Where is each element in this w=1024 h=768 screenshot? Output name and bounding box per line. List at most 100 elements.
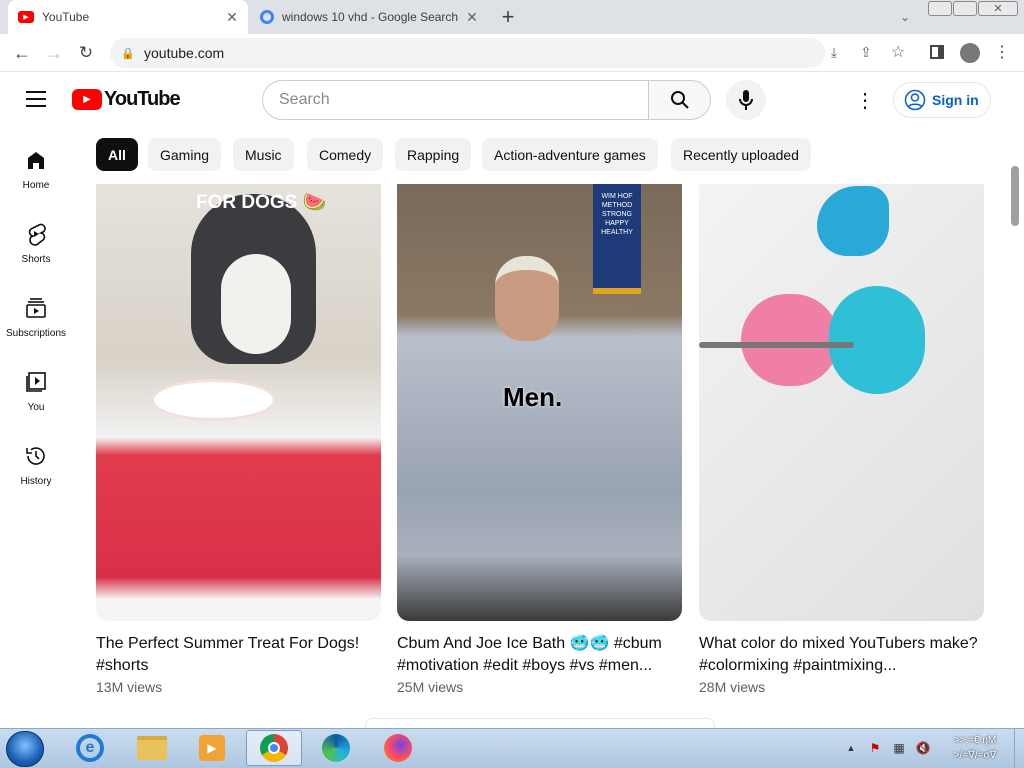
tab-search-icon[interactable]: ⌄ (896, 8, 914, 26)
video-thumbnail[interactable]: FOR DOGS 🍉 (96, 184, 381, 621)
install-app-icon[interactable]: ⤓ (824, 42, 844, 62)
video-title[interactable]: What color do mixed YouTubers make? #col… (699, 633, 984, 677)
tab-title: windows 10 vhd - Google Search (282, 10, 459, 24)
network-icon[interactable]: ▦ (890, 739, 908, 757)
show-desktop-button[interactable] (1014, 729, 1024, 768)
chip-music[interactable]: Music (233, 138, 294, 171)
chip-action-adventure-games[interactable]: Action-adventure games (482, 138, 658, 171)
sign-in-label: Sign in (932, 92, 979, 108)
chip-comedy[interactable]: Comedy (307, 138, 384, 171)
forward-arrow-icon[interactable]: → (42, 42, 66, 64)
search-icon (670, 91, 689, 109)
bowl (151, 379, 276, 421)
new-tab-button[interactable]: + (496, 4, 520, 29)
action-center-flag-icon[interactable]: ⚑ (866, 739, 884, 757)
taskbar-firefox[interactable] (370, 730, 426, 766)
thumbnail-overlay-text: Men. (503, 382, 563, 412)
chrome-icon (260, 734, 288, 762)
taskbar-file-explorer[interactable] (124, 730, 180, 766)
search-input[interactable]: Search (262, 80, 648, 120)
edge-icon (322, 734, 350, 762)
volume-muted-icon[interactable]: 🔇 (914, 739, 932, 757)
tab-google-search[interactable]: windows 10 vhd - Google Search ✕ (250, 0, 488, 34)
system-clock[interactable]: >>:=€ ηΜ >/=∇/=σ∇ (945, 733, 1005, 763)
chip-rapping[interactable]: Rapping (395, 138, 472, 171)
youtube-logo-text: YouTube (104, 88, 181, 110)
share-icon[interactable]: ⇪ (856, 42, 876, 62)
sidebar-item-label: Home (22, 180, 50, 191)
video-card[interactable]: WIM HOF METHOD STRONG HAPPY HEALTHY Men.… (397, 184, 682, 695)
video-thumbnail[interactable]: WIM HOF METHOD STRONG HAPPY HEALTHY Men. (397, 184, 682, 621)
youtube-play-icon: ▶ (72, 89, 102, 110)
chrome-menu-icon[interactable]: ⋮ (994, 42, 1010, 62)
search-button[interactable] (648, 80, 711, 120)
firefox-icon (384, 734, 412, 762)
video-card[interactable]: What color do mixed YouTubers make? #col… (699, 184, 984, 695)
you-library-icon (26, 372, 46, 392)
clock-time: >>:=€ ηΜ (953, 735, 997, 746)
internet-explorer-icon: e (76, 734, 104, 762)
restore-button[interactable] (953, 1, 977, 16)
tab-title: YouTube (42, 10, 90, 24)
taskbar-edge[interactable] (308, 730, 364, 766)
clock-date: >/=∇/=σ∇ (953, 750, 997, 761)
voice-search-button[interactable] (726, 80, 766, 120)
view-count: 28M views (699, 679, 766, 695)
video-title[interactable]: Cbum And Joe Ice Bath 🥶🥶 #cbum #motivati… (397, 633, 682, 677)
back-arrow-icon[interactable]: ← (10, 42, 34, 64)
history-icon (26, 447, 45, 465)
taskbar-media-player[interactable]: ▶ (184, 730, 240, 766)
sidebar-item-label: You (27, 402, 45, 413)
hamburger-menu-icon[interactable] (26, 91, 46, 107)
page-scrollbar-thumb[interactable] (1011, 166, 1019, 226)
banner: WIM HOF METHOD STRONG HAPPY HEALTHY (593, 184, 641, 294)
video-title[interactable]: The Perfect Summer Treat For Dogs! #shor… (96, 633, 381, 677)
tab-close-icon[interactable]: ✕ (224, 9, 240, 26)
thumbnail-overlay-text: FOR DOGS 🍉 (196, 192, 327, 213)
sidebar-item-you[interactable]: You (0, 370, 72, 413)
sign-in-button[interactable]: Sign in (893, 82, 991, 118)
address-bar[interactable]: 🔒 youtube.com (110, 38, 825, 68)
microphone-icon (739, 90, 753, 110)
tab-youtube[interactable]: ▶ YouTube ✕ (8, 0, 248, 34)
chip-all[interactable]: All (96, 138, 138, 171)
youtube-favicon-icon: ▶ (18, 11, 34, 23)
next-row-divider (365, 718, 715, 728)
google-favicon-icon (260, 10, 274, 24)
tab-close-icon[interactable]: ✕ (464, 9, 480, 26)
sidebar-item-history[interactable]: History (0, 444, 72, 487)
taskbar-internet-explorer[interactable]: e (62, 730, 118, 766)
shorts-icon (28, 223, 46, 246)
close-window-button[interactable]: ✕ (978, 1, 1018, 16)
show-hidden-icons-arrow[interactable]: ▲ (845, 740, 857, 756)
person-head (495, 256, 559, 341)
video-thumbnail[interactable] (699, 184, 984, 621)
mrbeast-logo (817, 186, 889, 256)
dog-face (221, 254, 291, 354)
taskbar-chrome[interactable] (246, 730, 302, 766)
video-card[interactable]: FOR DOGS 🍉 The Perfect Summer Treat For … (96, 184, 381, 695)
minimize-button[interactable] (928, 1, 952, 16)
lock-icon: 🔒 (121, 47, 135, 60)
palette-knife (699, 342, 854, 348)
sidebar-item-label: Shorts (21, 254, 51, 265)
chip-gaming[interactable]: Gaming (148, 138, 222, 171)
reload-icon[interactable]: ↻ (74, 42, 98, 64)
start-button[interactable] (6, 731, 44, 767)
sidebar-item-home[interactable]: Home (0, 148, 72, 191)
bookmark-star-icon[interactable]: ☆ (888, 42, 908, 62)
sidebar-item-subscriptions[interactable]: Subscriptions (0, 296, 72, 339)
folder-icon (137, 736, 167, 760)
sidebar-item-label: Subscriptions (5, 328, 67, 339)
sidebar-item-shorts[interactable]: Shorts (0, 222, 72, 265)
youtube-logo[interactable]: ▶ YouTube (72, 88, 181, 111)
home-icon (28, 152, 44, 169)
profile-avatar-icon[interactable] (960, 43, 980, 63)
account-circle-icon (904, 89, 926, 111)
side-panel-icon[interactable] (930, 45, 944, 59)
pink-clay (741, 294, 839, 386)
settings-more-icon[interactable]: ⋮ (855, 88, 875, 112)
subscriptions-icon (26, 298, 46, 318)
sidebar-item-label: History (20, 476, 52, 487)
chip-recently-uploaded[interactable]: Recently uploaded (671, 138, 811, 171)
